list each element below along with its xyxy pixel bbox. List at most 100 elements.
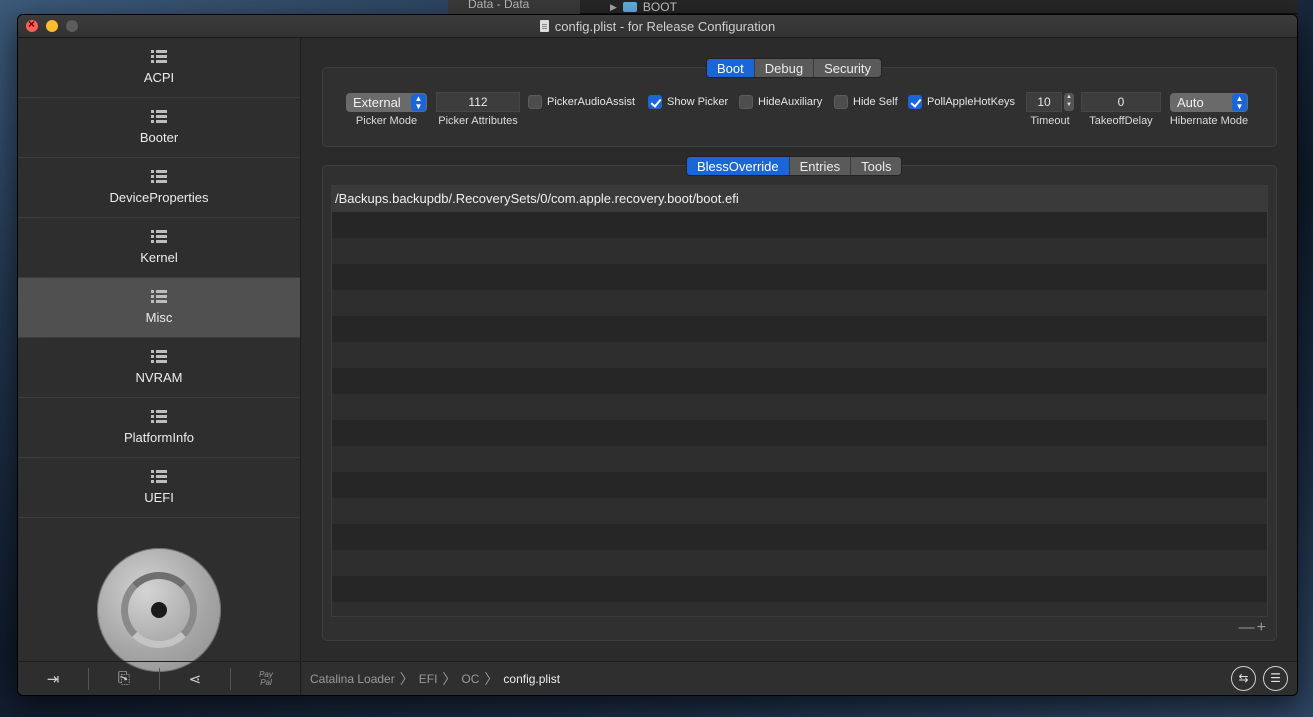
timeout-field[interactable]: 10 — [1026, 92, 1062, 112]
sidebar-item-label: ACPI — [143, 70, 175, 85]
sidebar-item-label: DeviceProperties — [109, 190, 209, 205]
chevron-updown-icon: ▲ ▼ — [1232, 94, 1247, 111]
sidebar-item-uefi[interactable]: UEFI — [18, 458, 300, 518]
paypal-button[interactable]: Pay Pal — [231, 668, 301, 690]
main-panel: Boot Debug Security External ▲ ▼ Picker M… — [302, 38, 1297, 661]
sidebar: ACPI Booter DeviceProperties Kernel Misc… — [18, 38, 301, 695]
export-button[interactable]: ⎘ — [89, 667, 160, 690]
poll-apple-hotkeys-checkbox[interactable]: PollAppleHotKeys — [908, 95, 1015, 109]
disc-hole — [151, 602, 167, 618]
breadcrumb-item-current[interactable]: config.plist — [503, 672, 560, 686]
bless-override-table[interactable]: /Backups.backupdb/.RecoverySets/0/com.ap… — [331, 185, 1268, 617]
tab-entries[interactable]: Entries — [790, 157, 852, 175]
list-icon — [151, 350, 167, 364]
window-controls — [26, 17, 78, 32]
chevron-right-icon: 〉 — [442, 670, 457, 687]
hide-auxiliary-checkbox[interactable]: HideAuxiliary — [739, 95, 822, 109]
sidebar-item-misc[interactable]: Misc — [18, 278, 300, 338]
status-bar: Catalina Loader 〉 EFI 〉 OC 〉 config.plis… — [302, 661, 1297, 695]
tab-blessoverride[interactable]: BlessOverride — [687, 157, 790, 175]
table-row-empty — [332, 524, 1267, 550]
table-row-empty — [332, 290, 1267, 316]
remove-row-button[interactable]: — — [1239, 619, 1257, 636]
timeout-label: Timeout — [1030, 115, 1070, 127]
checkbox-box-checked — [908, 95, 922, 109]
background-finder-strip: Data - Data ▶ BOOT — [448, 0, 1298, 14]
document-icon — [539, 20, 549, 32]
checkbox-box — [834, 95, 848, 109]
minimize-window-button[interactable] — [46, 20, 58, 32]
breadcrumb-item[interactable]: EFI — [419, 672, 438, 686]
sidebar-item-label: NVRAM — [135, 370, 183, 385]
table-add-remove: —+ — [1239, 619, 1268, 637]
breadcrumb: Catalina Loader 〉 EFI 〉 OC 〉 config.plis… — [302, 669, 560, 689]
picker-mode-select[interactable]: External ▲ ▼ — [346, 93, 427, 112]
sidebar-item-platforminfo[interactable]: PlatformInfo — [18, 398, 300, 458]
list-icon — [151, 470, 167, 484]
hide-self-checkbox[interactable]: Hide Self — [834, 95, 898, 109]
sidebar-item-label: Kernel — [140, 250, 178, 265]
chevron-updown-icon: ▲ ▼ — [411, 94, 426, 111]
tab-tools[interactable]: Tools — [851, 157, 901, 175]
table-row-empty — [332, 550, 1267, 576]
add-row-button[interactable]: + — [1257, 619, 1268, 636]
import-icon: ⇥ — [46, 670, 60, 688]
sidebar-item-acpi[interactable]: ACPI — [18, 38, 300, 98]
timeout-stepper[interactable]: ▲ ▼ — [1064, 93, 1074, 111]
table-row-empty — [332, 602, 1267, 616]
hibernate-mode-select[interactable]: Auto ▲ ▼ — [1170, 93, 1248, 112]
checkbox-label: Show Picker — [667, 96, 729, 108]
paypal-text-2: Pal — [260, 677, 272, 687]
app-window: config.plist - for Release Configuration… — [17, 14, 1298, 696]
sidebar-item-label: Misc — [145, 310, 173, 325]
close-window-button[interactable] — [26, 17, 38, 32]
list-icon — [151, 410, 167, 424]
checkbox-label: HideAuxiliary — [758, 96, 823, 108]
takeoff-delay-field[interactable]: 0 — [1081, 92, 1161, 112]
breadcrumb-item[interactable]: Catalina Loader — [310, 672, 395, 686]
chevron-right-icon: 〉 — [399, 670, 414, 687]
list-view-button[interactable]: ☰ — [1263, 666, 1288, 691]
picker-audio-assist-checkbox[interactable]: PickerAudioAssist — [528, 95, 635, 109]
sidebar-toolbar: ⇥ ⎘ ⋖ Pay Pal — [18, 661, 301, 695]
table-row-empty — [332, 446, 1267, 472]
takeoff-delay-label: TakeoffDelay — [1089, 115, 1153, 127]
swap-button[interactable]: ⇆ — [1231, 666, 1256, 691]
table-row-empty — [332, 420, 1267, 446]
table-row-empty — [332, 212, 1267, 238]
title-bar: config.plist - for Release Configuration — [18, 15, 1297, 38]
zoom-window-button[interactable] — [66, 20, 78, 32]
sidebar-item-nvram[interactable]: NVRAM — [18, 338, 300, 398]
swap-arrows-icon: ⇆ — [1238, 671, 1249, 685]
import-button[interactable]: ⇥ — [18, 667, 89, 690]
table-row-empty — [332, 368, 1267, 394]
picker-attributes-field[interactable]: 112 — [436, 92, 520, 112]
tab-debug[interactable]: Debug — [755, 59, 815, 77]
share-button[interactable]: ⋖ — [160, 667, 231, 690]
show-picker-checkbox[interactable]: Show Picker — [648, 95, 728, 109]
disclosure-triangle-icon: ▶ — [610, 1, 617, 12]
table-row-empty — [332, 316, 1267, 342]
list-icon — [151, 230, 167, 244]
table-row[interactable]: /Backups.backupdb/.RecoverySets/0/com.ap… — [332, 186, 1267, 212]
background-boot-label: BOOT — [642, 0, 677, 14]
tab-security[interactable]: Security — [814, 59, 881, 77]
table-row-empty — [332, 342, 1267, 368]
sidebar-item-deviceproperties[interactable]: DeviceProperties — [18, 158, 300, 218]
checkbox-box — [739, 95, 753, 109]
picker-attributes-label: Picker Attributes — [438, 115, 518, 127]
table-row-empty — [332, 498, 1267, 524]
sidebar-item-label: Booter — [139, 130, 179, 145]
list-icon: ☰ — [1270, 671, 1281, 685]
breadcrumb-item[interactable]: OC — [461, 672, 479, 686]
sidebar-item-kernel[interactable]: Kernel — [18, 218, 300, 278]
sidebar-item-booter[interactable]: Booter — [18, 98, 300, 158]
list-icon — [151, 290, 167, 304]
picker-mode-value: External — [353, 95, 401, 110]
sidebar-item-label: PlatformInfo — [123, 430, 195, 445]
export-icon: ⎘ — [117, 670, 130, 687]
tab-boot[interactable]: Boot — [707, 59, 755, 77]
background-finder-item: Data - Data — [448, 0, 580, 14]
picker-mode-label: Picker Mode — [355, 115, 418, 127]
table-row-empty — [332, 264, 1267, 290]
